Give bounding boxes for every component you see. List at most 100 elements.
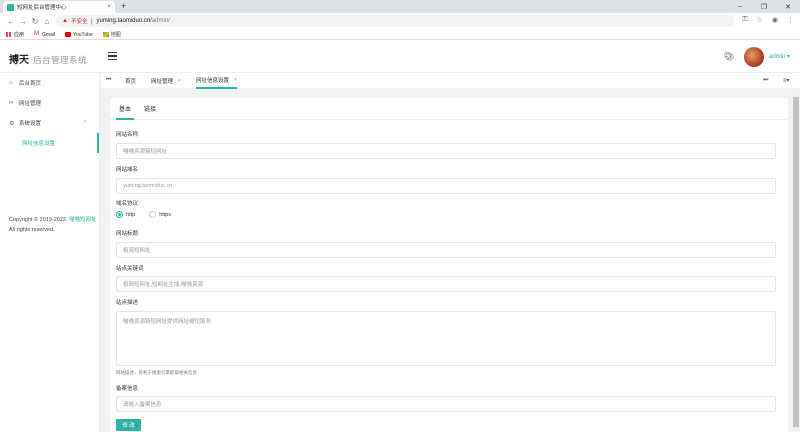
keywords-label: 站点关键词 — [116, 266, 144, 272]
browser-tab-strip: 短网址后台管理中心 × + – ❐ ✕ — [0, 0, 800, 13]
menu-toggle-icon[interactable] — [108, 52, 117, 60]
window-controls: – ❐ ✕ — [728, 0, 800, 13]
browser-tab-close-icon[interactable]: × — [107, 4, 111, 10]
tab-links[interactable]: 链接 — [144, 104, 156, 120]
domain-input[interactable]: yuming.taomiduo.cn — [116, 178, 776, 194]
bookmark-label: YouTube — [73, 31, 93, 38]
sidebar-item-home[interactable]: ⌂ 后台首页 — [0, 73, 99, 93]
browser-tab-title: 短网址后台管理中心 — [17, 5, 67, 11]
gear-icon: ⚙ — [9, 120, 15, 127]
tab-close-icon[interactable]: × — [178, 78, 181, 84]
tab-home[interactable]: 首页 — [125, 73, 136, 89]
description-textarea[interactable]: 喵喵资源链短网址提供网址缩短服务 — [116, 311, 776, 366]
address-bar[interactable]: ▲ 不安全 yuming.taomiduo.cn/admin/ — [56, 15, 734, 27]
insecure-label[interactable]: 不安全 — [71, 17, 88, 25]
radio-label: https — [159, 211, 172, 218]
bookmark-label: 地图 — [110, 32, 121, 38]
more-menu-icon[interactable]: ⋮ — [787, 16, 794, 24]
radio-unchecked-icon — [149, 211, 157, 218]
protocol-radio-group: http https — [116, 211, 171, 218]
copyright: Copyright © 2019-2022. 喵喵短网址 All rights … — [9, 215, 97, 235]
tabs-scroll-right-icon[interactable]: ⏭ — [763, 77, 768, 84]
address-divider — [91, 17, 93, 25]
description-hint: 网站描述，有利于搜索引擎抓取相关信息 — [116, 370, 197, 375]
user-menu[interactable]: admin ▾ — [769, 53, 790, 60]
bookmark-maps[interactable]: 地图 — [102, 31, 121, 38]
keywords-input[interactable]: 极简短网址,短网址生成,喵喵资源 — [116, 276, 776, 292]
form-tabs: 基本 链接 — [110, 98, 788, 120]
avatar[interactable] — [744, 47, 764, 67]
copyright-suffix: All rights reserved. — [9, 227, 55, 233]
youtube-icon — [65, 32, 72, 37]
tab-label: 网址管理 — [151, 79, 174, 85]
copyright-prefix: Copyright © 2019-2022. — [9, 217, 68, 223]
home-page-icon[interactable]: ⌂ — [41, 17, 53, 26]
tab-basic[interactable]: 基本 — [116, 104, 135, 120]
domain-label: 网站域名 — [116, 167, 139, 173]
bookmark-youtube[interactable]: YouTube — [65, 32, 93, 38]
site-title-input[interactable]: 极简短网址 — [116, 242, 776, 258]
bookmarks-bar: 应用 M Gmail YouTube 地图 — [0, 30, 800, 40]
home-icon: ⌂ — [9, 80, 13, 86]
tab-url-manage[interactable]: 网址管理 × — [151, 73, 181, 89]
new-tab-button[interactable]: + — [121, 1, 126, 11]
sidebar-subitem-site-settings[interactable]: 网址信息设置 — [0, 133, 99, 153]
admin-app: 搏天 后台管理系统 🎨︎ admin ▾ ⌂ 后台首页 ∞ 网址管理 ⚙ 系统设置… — [0, 41, 800, 432]
sidebar-item-settings[interactable]: ⚙ 系统设置 ⌃ — [0, 113, 99, 133]
star-icon[interactable]: ☆ — [757, 16, 763, 24]
page-tabs-bar: ⏮ 首页 网址管理 × 网址信息设置 × ⏭ ≡▾ — [101, 73, 800, 89]
forward-arrow-icon[interactable]: → — [17, 17, 29, 26]
copyright-link[interactable]: 喵喵短网址 — [69, 217, 97, 223]
bookmark-label: Gmail — [42, 31, 56, 38]
gmail-icon: M — [34, 31, 40, 37]
sidebar-item-label: 系统设置 — [19, 121, 42, 127]
bookmark-gmail[interactable]: M Gmail — [34, 31, 56, 38]
app-header: 搏天 后台管理系统 🎨︎ admin ▾ — [0, 41, 800, 73]
maximize-button[interactable]: ❐ — [752, 0, 776, 13]
url-path: /admin/ — [150, 18, 170, 24]
description-label: 站点描述 — [116, 300, 139, 306]
sidebar-item-label: 网址管理 — [19, 101, 42, 107]
minimize-button[interactable]: – — [728, 0, 752, 13]
close-window-button[interactable]: ✕ — [776, 0, 800, 13]
main-scrollbar[interactable] — [792, 89, 800, 432]
radio-label: http — [126, 211, 136, 218]
protocol-https-radio[interactable]: https — [149, 211, 171, 218]
bookmark-apps[interactable]: 应用 — [6, 31, 24, 38]
scrollbar-thumb[interactable] — [793, 97, 799, 427]
sidebar-item-label: 后台首页 — [19, 81, 42, 87]
profile-icon[interactable]: ◉ — [772, 16, 778, 24]
submit-button[interactable]: 修 改 — [116, 419, 141, 431]
key-icon[interactable]: ⚿ — [742, 16, 747, 24]
link-icon: ∞ — [9, 100, 14, 106]
tab-close-icon[interactable]: × — [234, 77, 237, 83]
icp-input[interactable]: 请输入备案信息 — [116, 396, 776, 412]
logo-subtitle: 后台管理系统 — [33, 55, 88, 65]
protocol-label: 域名协议 — [116, 201, 139, 207]
browser-tab[interactable]: 短网址后台管理中心 × — [3, 1, 115, 13]
logo-text: 搏天 — [9, 55, 29, 66]
settings-form-panel: 基本 链接 网站名称 喵喵资源链短网址 网站域名 yuming.taomiduo… — [110, 98, 788, 432]
reload-icon[interactable]: ↻ — [29, 17, 41, 26]
bookmark-label: 应用 — [14, 32, 25, 38]
tabs-options-icon[interactable]: ≡▾ — [783, 77, 790, 84]
back-arrow-icon[interactable]: ← — [5, 17, 17, 26]
tabs-scroll-left-icon[interactable]: ⏮ — [106, 77, 111, 84]
tab-site-settings[interactable]: 网址信息设置 × — [196, 73, 237, 89]
browser-toolbar: ← → ↻ ⌂ ▲ 不安全 yuming.taomiduo.cn/admin/ … — [0, 13, 800, 30]
tab-label: 网址信息设置 — [196, 78, 230, 84]
url-text: yuming.taomiduo.cn/admin/ — [96, 18, 169, 24]
maps-icon — [102, 32, 109, 37]
browser-actions: ⚿ ☆ ◉ ⋮ — [742, 16, 794, 24]
sidebar-item-urls[interactable]: ∞ 网址管理 — [0, 93, 99, 113]
radio-checked-icon — [116, 211, 123, 218]
sidebar: ⌂ 后台首页 ∞ 网址管理 ⚙ 系统设置 ⌃ 网址信息设置 Copyright … — [0, 73, 100, 432]
site-name-input[interactable]: 喵喵资源链短网址 — [116, 143, 776, 159]
logo: 搏天 后台管理系统 — [9, 51, 87, 66]
apps-grid-icon — [6, 32, 12, 37]
protocol-http-radio[interactable]: http — [116, 211, 135, 218]
tab-label: 首页 — [125, 79, 137, 85]
palette-icon[interactable]: 🎨︎ — [724, 52, 734, 61]
url-host: yuming.taomiduo.cn — [96, 18, 151, 24]
site-favicon-icon — [7, 3, 14, 11]
